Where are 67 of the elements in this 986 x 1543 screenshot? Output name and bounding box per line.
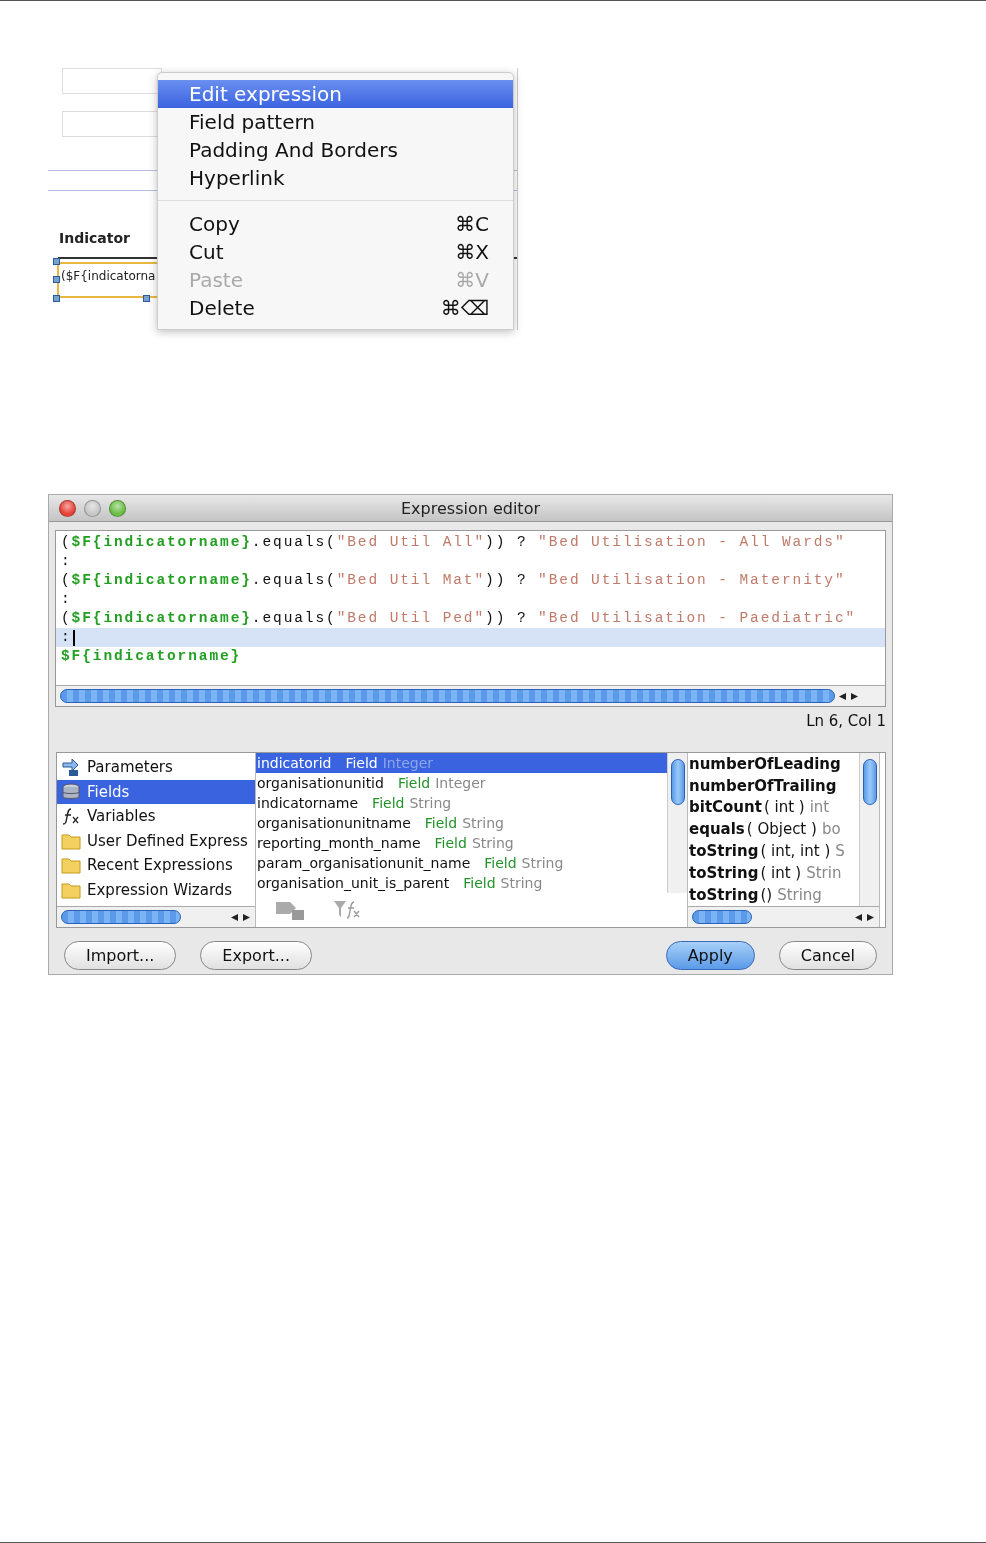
menu-item[interactable]: Copy ⌘C (158, 210, 513, 238)
category-item[interactable]: Expression Wizards (57, 877, 255, 902)
scroll-right-arrow-icon[interactable] (242, 912, 251, 922)
method-item[interactable]: equals( Object ) bo (688, 818, 859, 841)
horizontal-scrollbar[interactable] (56, 685, 885, 706)
resize-handle[interactable] (53, 258, 60, 265)
scroll-left-arrow-icon[interactable] (838, 691, 847, 701)
category-item[interactable]: Recent Expressions (57, 853, 255, 878)
shortcut-label: ⌘⌫ (440, 296, 489, 320)
field-item[interactable]: reporting_month_name Field String (256, 833, 667, 853)
menu-item[interactable]: Padding And Borders (158, 136, 513, 164)
code-line: ($F{indicatorname}.equals("Bed Util Ped")) ? "Bed Utilisation - Paediatric" (60, 609, 858, 628)
scroll-left-arrow-icon[interactable] (854, 912, 863, 922)
method-item[interactable]: bitCount( int ) int (688, 796, 859, 819)
category-item[interactable]: Fields (57, 779, 255, 804)
column-header: Indicator (59, 230, 130, 246)
dialog-button[interactable]: Export... (200, 941, 312, 970)
folder-icon (61, 856, 81, 875)
folder-icon (61, 831, 81, 850)
parameters-icon (61, 757, 81, 778)
vertical-scrollbar[interactable] (667, 753, 687, 893)
resize-handle[interactable] (143, 295, 150, 302)
code-line: $F{indicatorname} (60, 647, 243, 666)
method-item[interactable]: numberOfTrailing (688, 774, 859, 797)
database-icon (61, 781, 81, 802)
dialog-button[interactable]: Import... (64, 941, 177, 970)
shortcut-label: ⌘V (455, 268, 489, 292)
horizontal-scrollbar[interactable] (688, 906, 879, 927)
scroll-right-arrow-icon[interactable] (850, 691, 859, 701)
code-line: : (60, 590, 73, 609)
menu-item[interactable]: Edit expression (158, 80, 513, 108)
code-line: : (60, 552, 73, 571)
resize-handle[interactable] (53, 276, 60, 283)
field-item[interactable]: param_organisationunit_name Field String (256, 853, 667, 873)
zoom-button[interactable] (109, 499, 126, 517)
function-icon (61, 806, 81, 827)
scroll-right-arrow-icon[interactable] (866, 912, 875, 922)
menu-item[interactable]: Field pattern (158, 108, 513, 136)
text-caret (73, 630, 75, 646)
method-item[interactable]: toString( int ) Strin (688, 862, 859, 884)
category-item[interactable]: User Defined Express (57, 828, 255, 853)
category-item[interactable]: Parameters (57, 755, 255, 780)
menu-item[interactable]: Hyperlink (158, 164, 513, 192)
close-button[interactable] (59, 499, 76, 517)
shortcut-label: ⌘X (455, 240, 489, 264)
code-line: ($F{indicatorname}.equals("Bed Util Mat")) ? "Bed Utilisation - Maternity" (60, 571, 847, 590)
vertical-scrollbar[interactable] (859, 753, 879, 906)
resize-handle[interactable] (53, 295, 60, 302)
horizontal-scrollbar[interactable] (57, 906, 255, 927)
dialog-button[interactable]: Cancel (778, 941, 877, 970)
caret-position: Ln 6, Col 1 (806, 712, 886, 730)
dialog-button[interactable]: Apply (665, 941, 755, 970)
category-item[interactable]: Variables (57, 804, 255, 829)
field-item[interactable]: indicatorname Field String (256, 793, 667, 813)
field-item[interactable]: indicatorid Field Integer (256, 753, 667, 773)
code-line: ($F{indicatorname}.equals("Bed Util All")) ? "Bed Utilisation - All Wards" (60, 533, 847, 552)
field-item[interactable]: organisation_unit_is_parent Field String (256, 873, 667, 893)
shortcut-label: ⌘C (455, 212, 489, 236)
field-item[interactable]: organisationunitid Field Integer (256, 773, 667, 793)
method-item[interactable]: numberOfLeading (688, 753, 859, 775)
scroll-left-arrow-icon[interactable] (230, 912, 239, 922)
method-item[interactable]: toString( int, int ) S (688, 840, 859, 862)
window-title: Expression editor (400, 498, 541, 518)
field-item[interactable]: organisationunitname Field String (256, 813, 667, 833)
folder-icon (61, 880, 81, 899)
function-filter-icon[interactable] (332, 899, 362, 921)
method-item[interactable]: toString() String (688, 883, 859, 906)
